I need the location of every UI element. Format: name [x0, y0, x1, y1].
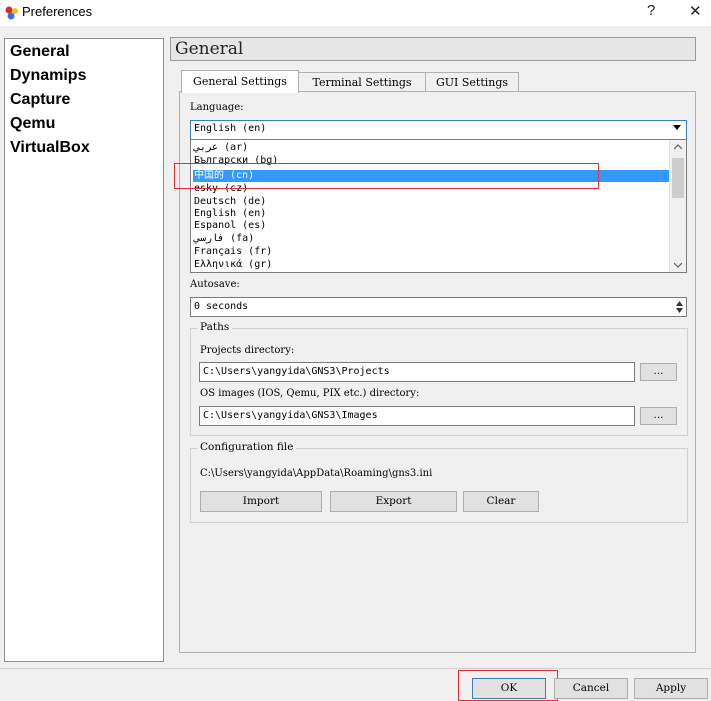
spin-down-icon[interactable] — [676, 308, 683, 313]
sidebar-item-qemu[interactable]: Qemu — [10, 115, 55, 133]
list-scrollbar[interactable] — [669, 140, 686, 272]
projects-directory-value: C:\Users\yangyida\GNS3\Projects — [203, 366, 390, 377]
tab-gui-settings[interactable]: GUI Settings — [425, 72, 519, 92]
language-option-de[interactable]: Deutsch (de) — [193, 196, 670, 208]
language-option-fa[interactable]: فارسي (fa) — [193, 233, 670, 245]
projects-directory-input[interactable]: C:\Users\yangyida\GNS3\Projects — [199, 362, 635, 382]
language-option-en[interactable]: English (en) — [193, 208, 670, 220]
language-selected-value: English (en) — [194, 123, 267, 134]
os-images-directory-input[interactable]: C:\Users\yangyida\GNS3\Images — [199, 406, 635, 426]
export-button[interactable]: Export — [330, 491, 457, 512]
ok-highlight-box — [458, 670, 558, 701]
app-logo-icon — [5, 6, 18, 20]
page-title-bar: General — [170, 37, 696, 61]
language-select[interactable]: English (en) — [190, 120, 687, 140]
close-icon[interactable]: ✕ — [689, 2, 702, 20]
autosave-label: Autosave: — [190, 279, 240, 290]
scroll-down-icon[interactable] — [674, 262, 682, 268]
clear-button[interactable]: Clear — [463, 491, 539, 512]
cancel-button[interactable]: Cancel — [554, 678, 628, 699]
help-icon[interactable]: ? — [647, 2, 655, 19]
images-browse-button[interactable]: ... — [640, 407, 677, 425]
projects-directory-label: Projects directory: — [200, 345, 295, 356]
language-dropdown-list[interactable]: عربي (ar) Български (bg) 中国的 (cn) esky (… — [190, 139, 687, 273]
window-title: Preferences — [22, 4, 93, 19]
language-option-ar[interactable]: عربي (ar) — [193, 142, 670, 154]
page-title: General — [175, 39, 244, 59]
autosave-spinbox[interactable]: 0 seconds — [190, 297, 687, 317]
language-option-es[interactable]: Espanol (es) — [193, 220, 670, 232]
scroll-up-icon[interactable] — [674, 144, 682, 150]
footer-divider — [0, 668, 711, 669]
configuration-file-path: C:\Users\yangyida\AppData\Roaming\gns3.i… — [200, 468, 433, 479]
tab-terminal-settings[interactable]: Terminal Settings — [298, 72, 426, 92]
sidebar-item-dynamips[interactable]: Dynamips — [10, 67, 86, 85]
projects-browse-button[interactable]: ... — [640, 363, 677, 381]
sidebar-item-virtualbox[interactable]: VirtualBox — [10, 139, 90, 157]
language-option-fr[interactable]: Français (fr) — [193, 246, 670, 258]
paths-group-title: Paths — [197, 321, 233, 333]
language-label: Language: — [190, 102, 244, 113]
autosave-value: 0 seconds — [194, 301, 249, 312]
import-button[interactable]: Import — [200, 491, 322, 512]
language-option-gr[interactable]: Ελληνικά (gr) — [193, 259, 670, 271]
highlight-box — [174, 163, 599, 189]
os-images-directory-value: C:\Users\yangyida\GNS3\Images — [203, 410, 378, 421]
scroll-thumb[interactable] — [672, 158, 684, 198]
sidebar-item-general[interactable]: General — [10, 43, 70, 61]
tab-general-settings[interactable]: General Settings — [181, 70, 299, 93]
sidebar-item-capture[interactable]: Capture — [10, 91, 70, 109]
apply-button[interactable]: Apply — [634, 678, 708, 699]
preferences-sidebar: General Dynamips Capture Qemu VirtualBox — [4, 38, 164, 662]
title-bar: Preferences ? ✕ — [0, 0, 711, 26]
configuration-file-group-title: Configuration file — [197, 441, 297, 453]
spin-up-icon[interactable] — [676, 301, 683, 306]
chevron-down-icon[interactable] — [673, 125, 681, 130]
os-images-directory-label: OS images (IOS, Qemu, PIX etc.) director… — [200, 388, 420, 399]
